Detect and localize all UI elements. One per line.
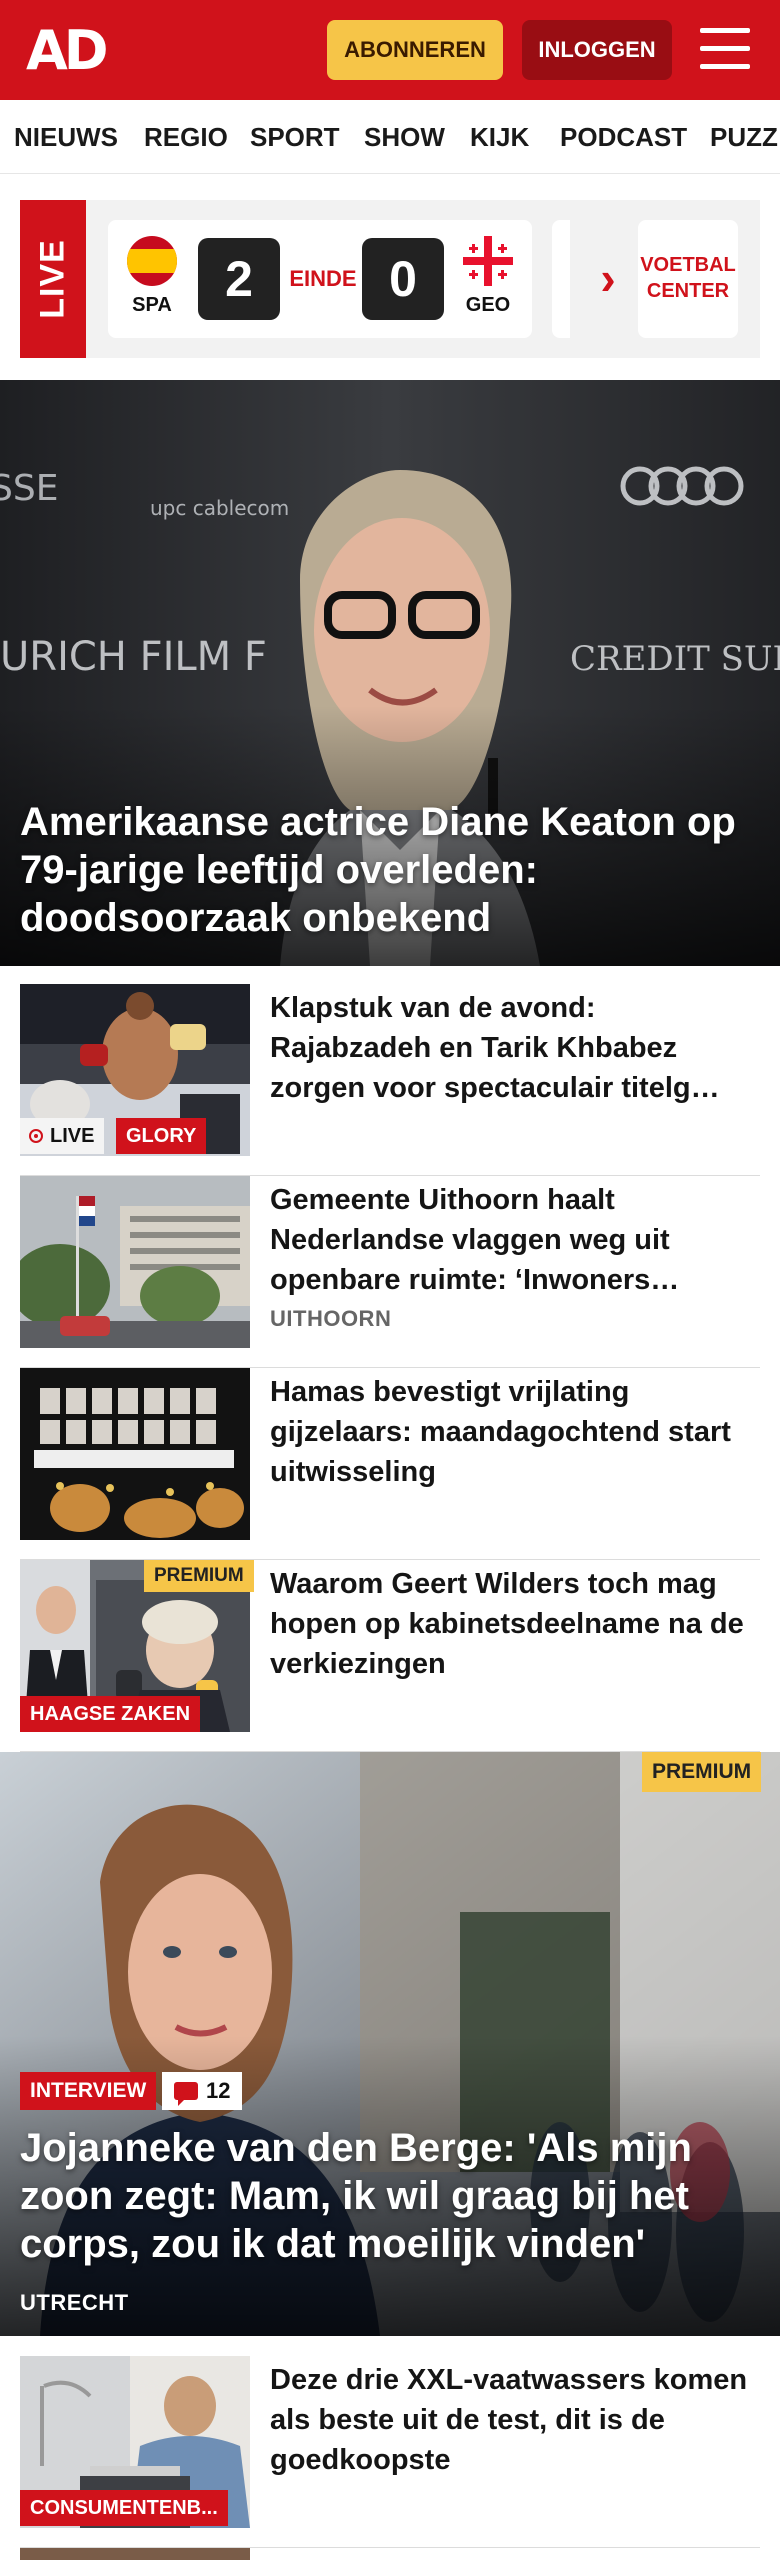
away-team-code: GEO — [465, 294, 511, 316]
comment-icon — [174, 2082, 198, 2106]
article-thumbnail-partial[interactable] — [20, 2548, 250, 2560]
next-match-card[interactable] — [552, 220, 570, 338]
nav-item-nieuws[interactable]: NIEUWS — [14, 122, 118, 153]
voetbal-center-label-2: CENTER — [646, 280, 730, 302]
site-header: AD ABONNEREN INLOGGEN — [0, 0, 780, 100]
match-status: EINDE — [289, 266, 357, 291]
live-badge: LIVE — [20, 1118, 105, 1154]
voetbal-center-label-1: VOETBAL — [640, 254, 736, 276]
article-title[interactable]: Waarom Geert Wilders toch mag hopen op k… — [270, 1564, 756, 1684]
main-nav: NIEUWS REGIO SPORT SHOW KIJK PODCAST PUZ… — [0, 100, 780, 174]
chevron-right-icon[interactable]: › — [586, 248, 630, 308]
feature-title[interactable]: Jojanneke van den Berge: 'Als mijn zoon … — [20, 2124, 760, 2268]
article-thumbnail — [20, 1176, 250, 1348]
live-label: LIVE — [20, 200, 86, 358]
article-region[interactable]: UITHOORN — [270, 1306, 391, 1332]
svg-text:upc cablecom: upc cablecom — [150, 496, 289, 520]
category-tag[interactable]: HAAGSE ZAKEN — [20, 1696, 201, 1732]
home-score: 2 — [198, 238, 280, 320]
category-tag[interactable]: CONSUMENTENB... — [20, 2490, 228, 2526]
category-tag[interactable]: GLORY — [116, 1118, 207, 1154]
article-item[interactable]: CONSUMENTENB... Deze drie XXL-vaatwasser… — [20, 2356, 760, 2548]
nav-item-regio[interactable]: REGIO — [144, 122, 228, 153]
premium-badge: PREMIUM — [144, 1560, 254, 1592]
svg-text:URICH FILM F: URICH FILM F — [0, 634, 267, 680]
nav-item-show[interactable]: SHOW — [364, 122, 445, 153]
live-score-widget: LIVE SPA 2 EINDE 0 GEO › VOETBAL CENTER — [20, 200, 760, 358]
spain-flag-icon — [127, 236, 177, 286]
svg-text:CREDIT SUISS: CREDIT SUISS — [570, 639, 780, 679]
away-team: GEO — [458, 236, 518, 317]
feature-location[interactable]: UTRECHT — [20, 2290, 129, 2316]
interview-tag[interactable]: INTERVIEW — [20, 2072, 157, 2110]
article-title[interactable]: Klapstuk van de avond: Rajabzadeh en Tar… — [270, 988, 756, 1108]
menu-icon[interactable] — [700, 26, 752, 72]
article-title[interactable]: Deze drie XXL-vaatwassers komen als best… — [270, 2360, 756, 2480]
comment-count-badge[interactable]: 12 — [162, 2072, 243, 2110]
away-score: 0 — [362, 238, 444, 320]
article-thumbnail — [20, 1368, 250, 1540]
article-title[interactable]: Hamas bevestigt vrijlating gijzelaars: m… — [270, 1372, 756, 1492]
article-item[interactable]: Gemeente Uithoorn haalt Nederlandse vlag… — [20, 1176, 760, 1368]
nav-item-kijk[interactable]: KIJK — [470, 122, 529, 153]
feature-article[interactable]: PREMIUM INTERVIEW 12 Jojanneke van den B… — [0, 1752, 780, 2336]
nav-item-sport[interactable]: SPORT — [250, 122, 340, 153]
nav-item-puzzel[interactable]: PUZZ — [710, 122, 778, 153]
match-card[interactable]: SPA 2 EINDE 0 GEO — [108, 220, 532, 338]
login-button[interactable]: INLOGGEN — [522, 20, 672, 80]
svg-text:SSE: SSE — [0, 468, 58, 509]
nav-item-podcast[interactable]: PODCAST — [560, 122, 687, 153]
home-team: SPA — [122, 236, 182, 317]
comment-count: 12 — [206, 2078, 231, 2103]
article-item[interactable]: LIVE GLORY Klapstuk van de avond: Rajabz… — [20, 984, 760, 1176]
article-item[interactable]: Hamas bevestigt vrijlating gijzelaars: m… — [20, 1368, 760, 1560]
hero-article[interactable]: SSE upc cablecom URICH FILM F CREDIT SUI… — [0, 380, 780, 966]
article-title[interactable]: Gemeente Uithoorn haalt Nederlandse vlag… — [270, 1180, 756, 1300]
ad-logo[interactable]: AD — [26, 24, 116, 78]
home-team-code: SPA — [132, 294, 172, 316]
voetbal-center-button[interactable]: VOETBAL CENTER — [638, 220, 738, 338]
georgia-flag-icon — [463, 236, 513, 286]
premium-badge: PREMIUM — [642, 1752, 762, 1792]
hero-title[interactable]: Amerikaanse actrice Diane Keaton op 79-j… — [20, 798, 760, 942]
article-item[interactable]: PREMIUM HAAGSE ZAKEN Waarom Geert Wilder… — [20, 1560, 760, 1752]
subscribe-button[interactable]: ABONNEREN — [327, 20, 503, 80]
